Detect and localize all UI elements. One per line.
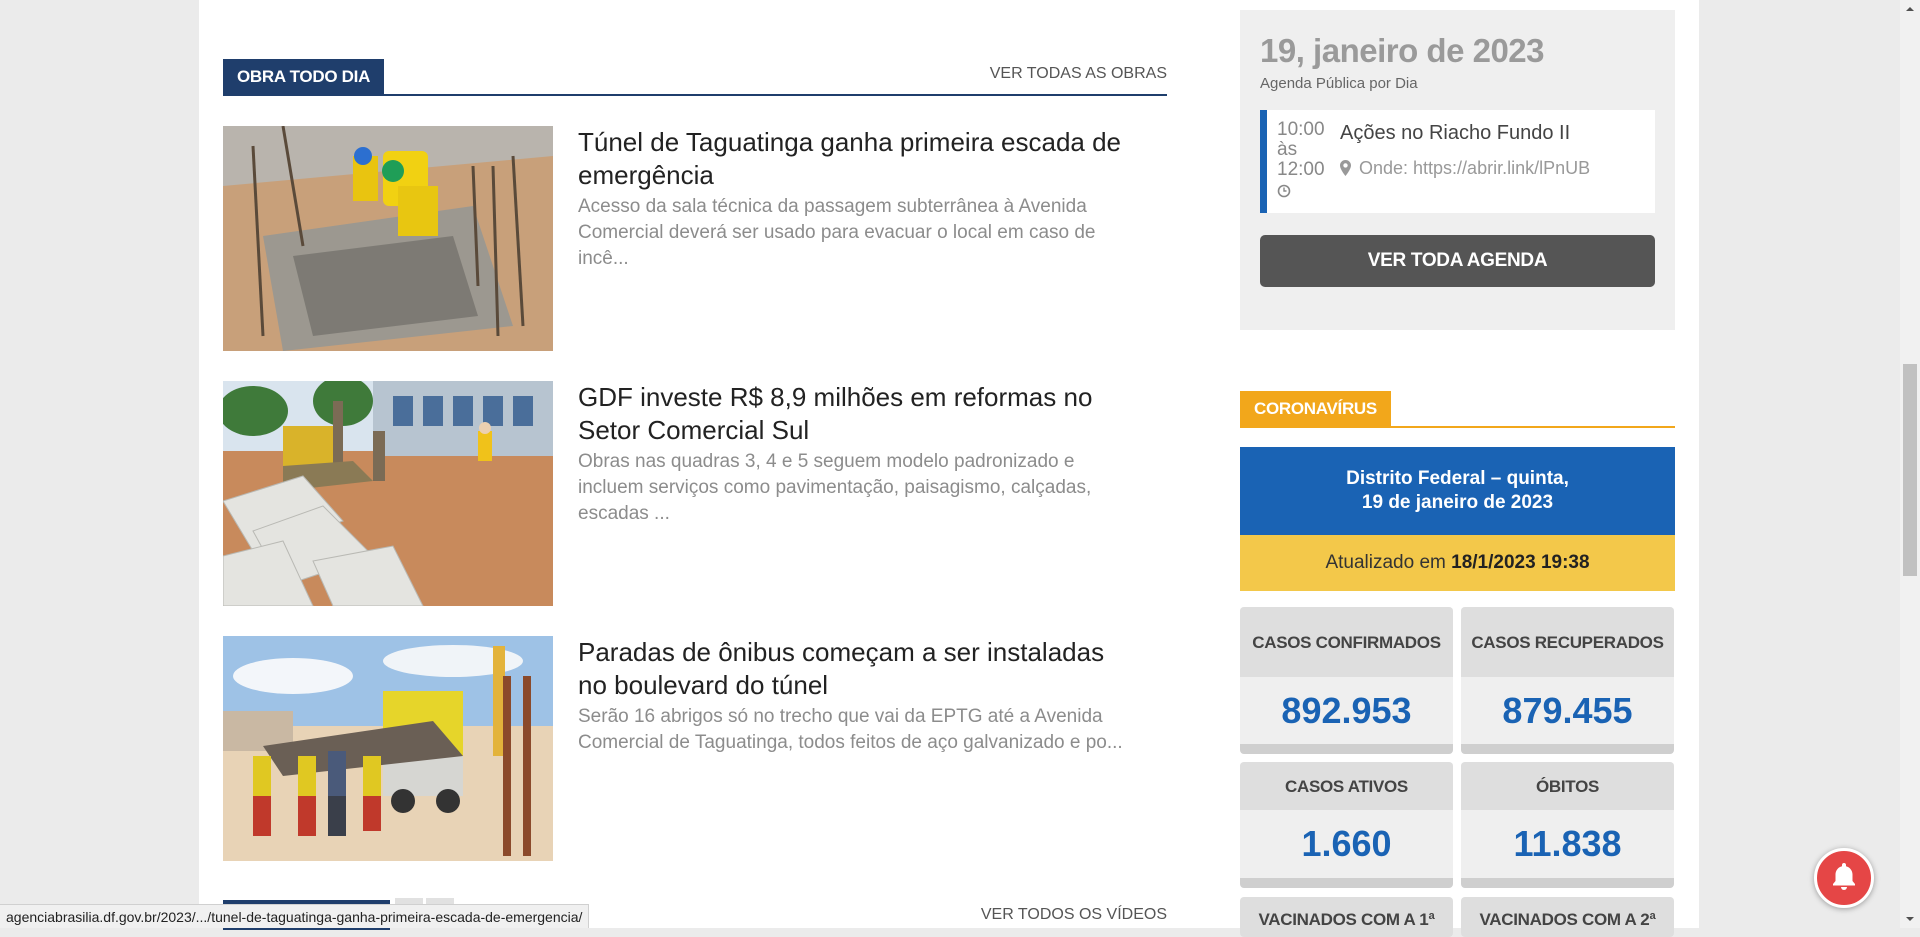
agenda-event[interactable]: 10:00 às 12:00 Ações no Riacho Fundo II … <box>1260 110 1655 213</box>
article-thumbnail[interactable] <box>223 636 553 861</box>
stat-card-deaths: ÓBITOS 11.838 <box>1461 762 1674 888</box>
article-title[interactable]: GDF investe R$ 8,9 milhões em reformas n… <box>578 381 1138 447</box>
event-location: Onde: https://abrir.link/lPnUB <box>1340 158 1590 179</box>
notification-bell-button[interactable] <box>1814 848 1874 908</box>
stat-card-confirmed: CASOS CONFIRMADOS 892.953 <box>1240 607 1453 754</box>
map-marker-icon <box>1340 158 1359 178</box>
vertical-scrollbar[interactable] <box>1900 0 1920 928</box>
updated-timestamp: 18/1/2023 19:38 <box>1451 552 1590 573</box>
page-content: OBRA TODO DIA VER TODAS AS OBRAS Túnel d… <box>199 0 1699 937</box>
scrollbar-thumb[interactable] <box>1903 364 1917 576</box>
article-title[interactable]: Paradas de ônibus começam a ser instalad… <box>578 636 1138 702</box>
scroll-down-arrow[interactable] <box>1900 911 1920 928</box>
ver-todas-obras-link[interactable]: VER TODAS AS OBRAS <box>990 65 1167 83</box>
updated-prefix: Atualizado em <box>1325 552 1446 573</box>
event-time-start: 10:00 <box>1277 119 1325 140</box>
agenda-subtitle: Agenda Pública por Dia <box>1260 75 1418 92</box>
article-thumbnail[interactable] <box>223 381 553 606</box>
corona-region-line1: Distrito Federal – quinta, <box>1346 468 1569 489</box>
article-thumbnail[interactable] <box>223 126 553 351</box>
article-card[interactable]: Túnel de Taguatinga ganha primeira escad… <box>223 126 1143 352</box>
stat-card-vaccinated-2: VACINADOS COM A 2ª <box>1461 897 1674 937</box>
agenda-widget: 19, janeiro de 2023 Agenda Pública por D… <box>1240 10 1675 330</box>
event-title[interactable]: Ações no Riacho Fundo II <box>1340 122 1570 145</box>
bell-icon <box>1830 861 1858 896</box>
scroll-up-arrow[interactable] <box>1900 0 1920 17</box>
article-excerpt: Obras nas quadras 3, 4 e 5 seguem modelo… <box>578 451 1092 524</box>
stat-value: 11.838 <box>1513 823 1622 864</box>
stat-label: ÓBITOS <box>1461 762 1674 810</box>
stat-label: VACINADOS COM A 2ª <box>1461 897 1674 937</box>
corona-region-box: Distrito Federal – quinta, 19 de janeiro… <box>1240 447 1675 535</box>
event-time-separator: às <box>1277 139 1298 160</box>
stat-value: 879.455 <box>1502 690 1633 731</box>
ver-todos-videos-link[interactable]: VER TODOS OS VÍDEOS <box>981 906 1167 924</box>
obra-section-tag: OBRA TODO DIA <box>223 59 385 94</box>
ver-toda-agenda-button[interactable]: VER TODA AGENDA <box>1260 235 1655 287</box>
stat-label: CASOS CONFIRMADOS <box>1240 607 1453 677</box>
event-time: 10:00 às 12:00 <box>1277 120 1337 180</box>
agenda-date: 19, janeiro de 2023 <box>1260 32 1545 69</box>
corona-section-header: CORONAVÍRUS <box>1240 391 1675 428</box>
stat-card-recovered: CASOS RECUPERADOS 879.455 <box>1461 607 1674 754</box>
corona-region-line2: 19 de janeiro de 2023 <box>1361 492 1554 513</box>
stat-value: 892.953 <box>1281 690 1412 731</box>
event-time-end: 12:00 <box>1277 159 1325 180</box>
article-title[interactable]: Túnel de Taguatinga ganha primeira escad… <box>578 126 1138 192</box>
article-excerpt: Serão 16 abrigos só no trecho que vai da… <box>578 706 1123 753</box>
corona-updated-box: Atualizado em 18/1/2023 19:38 <box>1240 535 1675 591</box>
corona-section-tag: CORONAVÍRUS <box>1240 391 1391 426</box>
article-excerpt: Acesso da sala técnica da passagem subte… <box>578 196 1096 269</box>
stat-card-vaccinated-1: VACINADOS COM A 1ª <box>1240 897 1453 937</box>
stat-card-active: CASOS ATIVOS 1.660 <box>1240 762 1453 888</box>
event-location-text: Onde: https://abrir.link/lPnUB <box>1359 158 1591 178</box>
obra-section-header: OBRA TODO DIA VER TODAS AS OBRAS <box>223 59 1167 96</box>
stat-label: CASOS RECUPERADOS <box>1461 607 1674 677</box>
status-bar-url: agenciabrasilia.df.gov.br/2023/.../tunel… <box>0 904 590 928</box>
clock-icon <box>1277 184 1291 203</box>
article-card[interactable]: GDF investe R$ 8,9 milhões em reformas n… <box>223 381 1143 607</box>
stat-label: CASOS ATIVOS <box>1240 762 1453 810</box>
stat-value: 1.660 <box>1301 823 1392 864</box>
article-card[interactable]: Paradas de ônibus começam a ser instalad… <box>223 636 1143 862</box>
stat-label: VACINADOS COM A 1ª <box>1240 897 1453 937</box>
